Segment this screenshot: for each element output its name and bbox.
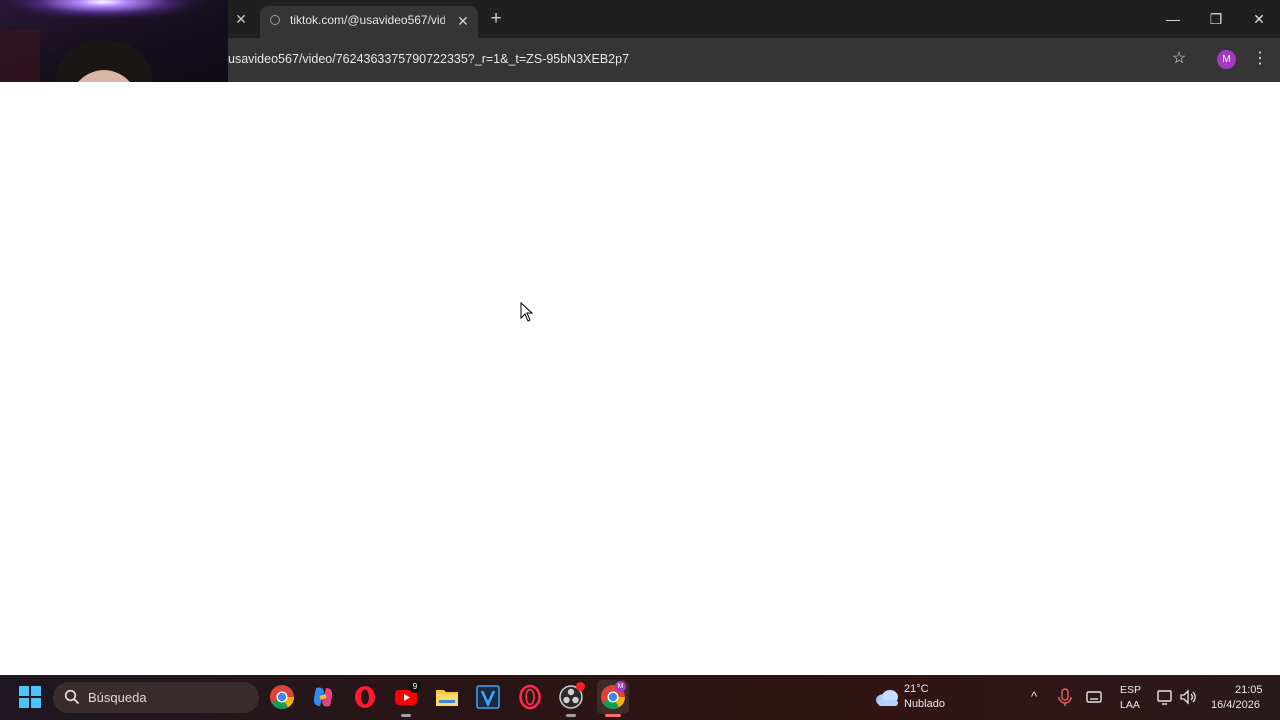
browser-menu-icon[interactable]: ⋮	[1251, 49, 1269, 69]
cloud-weather-icon[interactable]	[874, 686, 900, 708]
minimize-button[interactable]: —	[1162, 8, 1184, 30]
address-bar[interactable]: usavideo567/video/7624363375790722335?_r…	[228, 52, 629, 66]
clock-date[interactable]: 16/4/2026	[1211, 699, 1260, 711]
chrome-profile-app[interactable]: M	[597, 680, 629, 714]
tab-close-icon[interactable]: ✕	[454, 12, 472, 30]
language-indicator-secondary[interactable]: LAA	[1120, 699, 1140, 711]
search-placeholder: Búsqueda	[88, 690, 147, 705]
obs-recording-dot	[576, 682, 585, 691]
taskbar: Búsqueda 9 M 21°C Nublado ^ ESP LAA 21:0…	[0, 675, 1280, 720]
tab-active[interactable]: tiktok.com/@usavideo567/vide ✕	[260, 6, 478, 38]
close-window-button[interactable]: ✕	[1248, 8, 1270, 30]
youtube-notification-badge: 9	[409, 681, 421, 693]
opera-gx-icon[interactable]	[517, 684, 543, 710]
v-app-icon[interactable]	[475, 684, 501, 710]
search-icon	[64, 689, 80, 705]
language-indicator-primary[interactable]: ESP	[1120, 684, 1141, 696]
weather-description[interactable]: Nublado	[904, 698, 945, 710]
tray-overflow-chevron-icon[interactable]: ^	[1025, 687, 1043, 707]
bookmark-star-icon[interactable]: ☆	[1169, 49, 1189, 69]
profile-badge: M	[615, 681, 626, 692]
obs-running-indicator	[566, 714, 576, 717]
tab-title: tiktok.com/@usavideo567/vide	[290, 13, 445, 27]
clock-time[interactable]: 21:05	[1235, 684, 1263, 696]
obs-app[interactable]	[558, 682, 585, 710]
youtube-running-indicator	[401, 714, 411, 717]
tab-favicon-icon	[270, 15, 280, 25]
previous-tab-close-icon[interactable]: ✕	[232, 10, 250, 28]
file-explorer-icon[interactable]	[434, 684, 460, 710]
chrome-active-indicator	[605, 714, 621, 717]
profile-avatar[interactable]: M	[1217, 50, 1236, 69]
chrome-icon[interactable]	[269, 684, 295, 710]
windows-start-icon[interactable]	[19, 686, 41, 708]
weather-temperature[interactable]: 21°C	[904, 683, 929, 695]
new-tab-button[interactable]: +	[486, 9, 506, 29]
mouse-cursor-icon	[520, 302, 534, 322]
volume-icon[interactable]	[1179, 687, 1197, 707]
web-page-content[interactable]	[0, 82, 1280, 675]
network-icon[interactable]	[1156, 687, 1174, 707]
microphone-icon[interactable]	[1056, 687, 1074, 707]
restore-button[interactable]: ❐	[1205, 8, 1227, 30]
taskbar-search-box[interactable]: Búsqueda	[53, 682, 259, 713]
copilot-icon[interactable]	[310, 684, 336, 710]
youtube-app[interactable]: 9	[393, 681, 421, 710]
opera-icon[interactable]	[352, 684, 378, 710]
keyboard-icon[interactable]	[1085, 687, 1103, 707]
